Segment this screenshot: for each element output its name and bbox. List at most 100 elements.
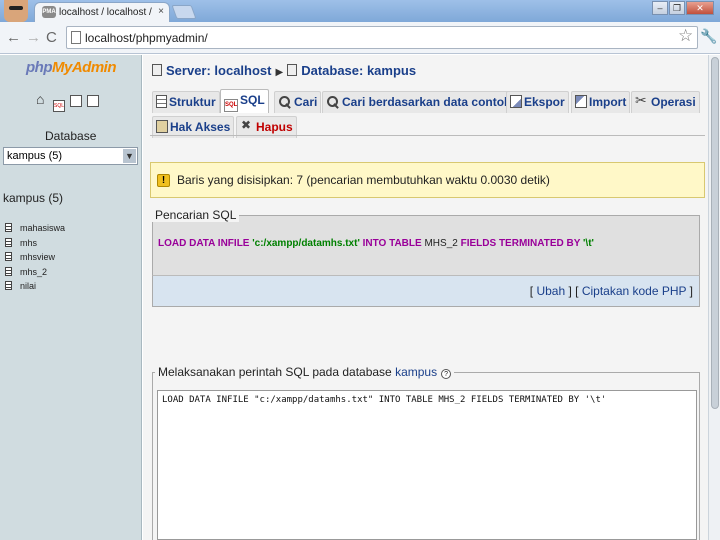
tab-label: Ekspor: [524, 95, 565, 109]
table-icon[interactable]: [5, 281, 12, 290]
breadcrumb: Server: localhost ▶ Database: kampus: [152, 63, 416, 78]
tabs-divider: [150, 135, 705, 136]
privileges-icon: [156, 120, 168, 133]
bookmark-star-icon[interactable]: ☆: [678, 26, 693, 46]
tab-title: localhost / localhost / kampus: [59, 7, 155, 18]
notice-text: Baris yang disisipkan: 7 (pencarian memb…: [177, 173, 550, 187]
sql-keyword: INTO TABLE: [362, 238, 422, 249]
run-sql-legend: Melaksanakan perintah SQL pada database …: [155, 365, 455, 379]
sql-docs-icon[interactable]: [87, 95, 99, 107]
documentation-icon[interactable]: [70, 95, 82, 107]
reload-icon[interactable]: C: [46, 29, 57, 46]
query-window-icon[interactable]: SQL: [53, 100, 65, 112]
tab-label: Cari: [294, 95, 318, 109]
table-icon[interactable]: [5, 223, 12, 232]
structure-icon: [156, 95, 167, 108]
table-name[interactable]: mhsview: [20, 252, 55, 262]
database-select-value: kampus (5): [7, 150, 63, 162]
help-icon[interactable]: ?: [441, 369, 452, 379]
table-name[interactable]: mhs_2: [20, 267, 47, 277]
left-navigation-frame: phpMyAdmin SQL Database kampus (5) ▼ kam…: [0, 55, 142, 540]
table-name[interactable]: mhs: [20, 238, 37, 248]
table-name[interactable]: nilai: [20, 281, 36, 291]
browser-toolbar: ← → C localhost/phpmyadmin/: [0, 22, 720, 54]
sql-links-bar: [ Ubah ] [ Ciptakan kode PHP ]: [152, 275, 700, 307]
success-notice: ! Baris yang disisipkan: 7 (pencarian me…: [150, 162, 705, 198]
sql-links: [ Ubah ] [ Ciptakan kode PHP ]: [529, 284, 693, 298]
tab-label: Import: [589, 95, 627, 109]
list-item[interactable]: nilai: [5, 281, 65, 296]
logo-php-text: php: [26, 59, 53, 76]
server-icon: [152, 64, 162, 76]
browser-tab-active[interactable]: PMA localhost / localhost / kampus ×: [34, 2, 170, 22]
tab-cari-contoh[interactable]: Cari berdasarkan data contoh: [322, 91, 516, 113]
navigation-icons: SQL: [36, 91, 104, 112]
tab-ekspor[interactable]: Ekspor: [506, 91, 569, 113]
chevron-down-icon[interactable]: ▼: [123, 149, 136, 163]
notice-icon: !: [157, 174, 170, 187]
tab-label: Hapus: [256, 120, 293, 134]
import-icon: [575, 95, 587, 108]
phpmyadmin-logo[interactable]: phpMyAdmin: [26, 59, 117, 76]
export-icon: [510, 95, 522, 108]
search-icon: [278, 95, 292, 108]
browser-tab-strip: PMA localhost / localhost / kampus × – ❐…: [0, 0, 720, 22]
sql-icon: SQL: [224, 99, 238, 112]
create-php-code-link[interactable]: Ciptakan kode PHP: [582, 284, 687, 298]
phpmyadmin-favicon-icon: PMA: [42, 6, 56, 18]
tab-struktur[interactable]: Struktur: [152, 91, 220, 113]
database-icon: [287, 64, 298, 76]
tab-import[interactable]: Import: [571, 91, 631, 113]
sql-string: '\t': [583, 238, 594, 249]
list-item[interactable]: mhsview: [5, 252, 65, 267]
tab-label: SQL: [240, 93, 265, 107]
tab-label: Hak Akses: [170, 120, 231, 134]
breadcrumb-database-link[interactable]: Database: kampus: [301, 63, 416, 78]
table-name[interactable]: mahasiswa: [20, 223, 65, 233]
database-heading-link[interactable]: kampus (5): [3, 191, 63, 205]
window-close-button[interactable]: ✕: [686, 1, 714, 15]
vertical-scrollbar[interactable]: [708, 55, 720, 540]
run-sql-legend-text: Melaksanakan perintah SQL pada database: [158, 365, 392, 379]
table-icon[interactable]: [5, 252, 12, 261]
tab-label: Operasi: [651, 95, 696, 109]
logo-myadmin-text: MyAdmin: [52, 59, 117, 76]
address-bar-url: localhost/phpmyadmin/: [85, 31, 208, 45]
database-link[interactable]: kampus: [395, 365, 437, 379]
tab-label: Cari berdasarkan data contoh: [342, 95, 512, 109]
list-item[interactable]: mahasiswa: [5, 223, 65, 238]
tab-sql[interactable]: SQL SQL: [220, 89, 269, 113]
delete-icon: [240, 118, 254, 133]
list-item[interactable]: mhs: [5, 237, 65, 253]
new-tab-button[interactable]: [171, 5, 197, 19]
breadcrumb-server-link[interactable]: Server: localhost: [166, 63, 272, 78]
forward-arrow-icon[interactable]: →: [26, 29, 41, 46]
sql-query-textarea[interactable]: LOAD DATA INFILE "c:/xampp/datamhs.txt" …: [157, 390, 697, 540]
table-icon[interactable]: [5, 237, 12, 247]
window-maximize-button[interactable]: ❐: [669, 1, 685, 15]
address-bar[interactable]: localhost/phpmyadmin/: [66, 26, 698, 49]
window-minimize-button[interactable]: –: [652, 1, 668, 15]
search-icon: [326, 95, 340, 108]
tab-close-icon[interactable]: ×: [158, 6, 164, 17]
back-arrow-icon[interactable]: ←: [6, 29, 21, 46]
database-label: Database: [45, 129, 97, 143]
tab-cari[interactable]: Cari: [274, 91, 322, 113]
home-icon[interactable]: [36, 91, 48, 107]
table-list: mahasiswa mhs mhsview mhs_2 nilai: [5, 223, 65, 296]
breadcrumb-separator-icon: ▶: [275, 67, 284, 78]
tab-operasi[interactable]: Operasi: [631, 91, 700, 113]
sql-keyword: FIELDS TERMINATED BY: [460, 238, 581, 249]
wrench-menu-icon[interactable]: 🔧: [700, 28, 717, 45]
database-select[interactable]: kampus (5) ▼: [3, 147, 138, 165]
tab-label: Struktur: [169, 95, 216, 109]
sql-string: 'c:/xampp/datamhs.txt': [252, 238, 360, 249]
profile-avatar-icon[interactable]: [4, 0, 28, 22]
page-icon: [71, 31, 81, 44]
scrollbar-thumb[interactable]: [711, 57, 719, 409]
table-icon[interactable]: [5, 266, 12, 276]
edit-query-link[interactable]: Ubah: [536, 284, 565, 298]
sql-query-legend: Pencarian SQL: [152, 208, 240, 222]
sql-keyword: LOAD DATA INFILE: [158, 238, 250, 249]
list-item[interactable]: mhs_2: [5, 266, 65, 282]
